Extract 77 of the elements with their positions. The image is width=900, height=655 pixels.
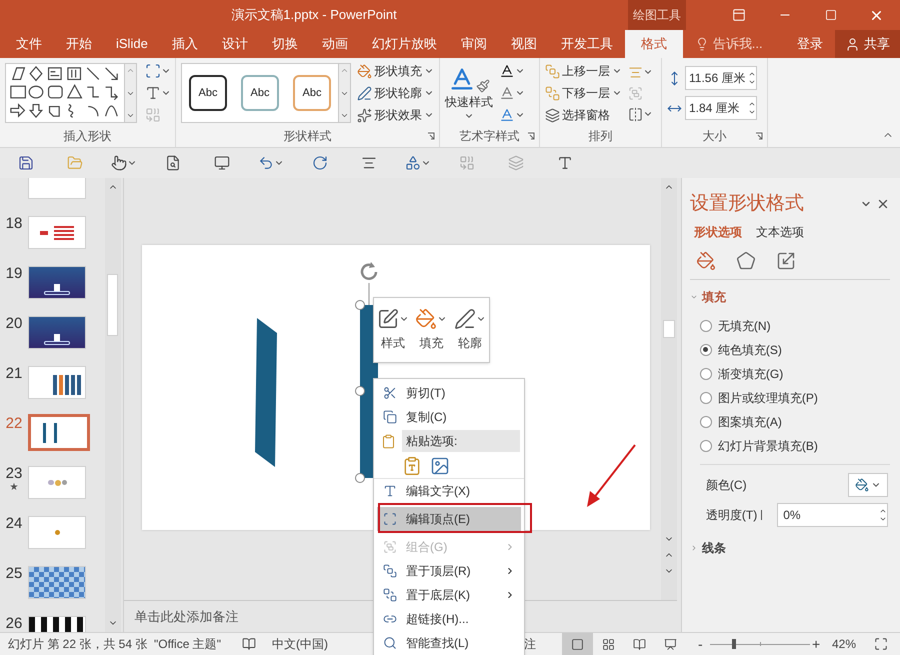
arrange-command-button[interactable]: 选择窗格 — [545, 106, 622, 124]
context-menu-item[interactable]: 编辑文字(X) — [377, 479, 521, 503]
arrange-command-button[interactable]: 上移一层 — [545, 62, 622, 80]
slide-number: 25 — [6, 566, 22, 581]
slide-number: 24 — [6, 516, 22, 531]
style-preset[interactable]: Abc — [189, 75, 227, 111]
transparency-input[interactable]: 0% — [777, 502, 888, 526]
field-label: 颜色(C) — [706, 476, 747, 494]
zoom-out-button[interactable]: - — [698, 634, 708, 654]
group-label: 排列 — [588, 128, 612, 145]
size-input[interactable]: 11.56 厘米 — [685, 66, 757, 90]
ribbon-tab[interactable]: 幻灯片放映 — [360, 30, 449, 58]
field-label: 透明度(T) — [706, 506, 758, 524]
ribbon-tab[interactable]: 视图 — [498, 30, 549, 58]
paste-options-header: 粘贴选项: — [402, 430, 520, 452]
slide-number: 20 — [6, 316, 22, 331]
radio-label: 无填充(N) — [718, 318, 771, 334]
slide-count: 幻灯片 第 22 张，共 54 张 — [7, 636, 148, 653]
context-menu-item[interactable]: 置于顶层(R) — [377, 559, 521, 583]
context-menu-item[interactable]: 编辑顶点(E) — [377, 507, 521, 531]
pane-title: 设置形状格式 — [690, 192, 804, 216]
ribbon-tab[interactable]: 开发工具 — [548, 30, 625, 58]
context-menu-item[interactable]: 超链接(H)... — [377, 607, 521, 631]
zoom-level[interactable]: 42% — [832, 635, 864, 653]
arrange-command-button[interactable]: 下移一层 — [545, 84, 622, 102]
context-tab-header: 绘图工具 — [628, 0, 686, 30]
section-header[interactable]: 填充 — [702, 288, 726, 306]
share-button[interactable]: 共享 — [835, 30, 900, 58]
group-label: 艺术字样式 — [460, 128, 520, 145]
style-preset[interactable]: Abc — [293, 75, 331, 111]
pane-tab[interactable]: 形状选项 — [694, 222, 742, 240]
mini-toolbar-button[interactable]: 轮廓 — [454, 308, 486, 352]
ribbon-tab[interactable]: 设计 — [210, 30, 260, 58]
context-menu-item[interactable]: 置于底层(K) — [377, 583, 521, 607]
radio-label: 图片或纹理填充(P) — [718, 390, 818, 406]
radio-label: 渐变填充(G) — [718, 366, 784, 382]
pane-tab[interactable]: 文本选项 — [756, 222, 804, 240]
ribbon-tab[interactable]: 开始 — [54, 30, 104, 58]
shape-command-button[interactable]: 形状效果 — [357, 106, 434, 124]
ribbon-tab[interactable]: 审阅 — [448, 30, 499, 58]
window-title: 演示文稿1.pptx - PowerPoint — [231, 6, 397, 24]
slide-number: 21 — [6, 366, 22, 381]
notes-placeholder[interactable]: 单击此处添加备注 — [134, 606, 238, 626]
radio-label: 幻灯片背景填充(B) — [718, 438, 818, 454]
slide-number: 22 — [6, 416, 22, 431]
radio-label: 图案填充(A) — [718, 414, 782, 430]
slide-number: 19 — [6, 266, 22, 281]
ribbon-tab[interactable]: 文件 — [4, 30, 54, 58]
shape-command-button[interactable]: 形状填充 — [357, 62, 434, 80]
section-header[interactable]: 线条 — [702, 538, 726, 556]
context-menu-item[interactable]: 智能查找(L) — [377, 631, 521, 655]
theme-name: "Office 主题" — [154, 636, 222, 653]
ribbon-tab[interactable]: 插入 — [160, 30, 210, 58]
ribbon-tab[interactable]: 切换 — [260, 30, 310, 58]
notes-toggle[interactable]: 注 — [524, 635, 562, 653]
style-preset[interactable]: Abc — [241, 75, 279, 111]
slide-number: 26 — [6, 616, 22, 631]
quick-styles-button[interactable]: 快速样式 — [445, 65, 493, 121]
slide-number: 18 — [6, 216, 22, 231]
context-menu-item[interactable]: 剪切(T) — [377, 381, 521, 405]
group-label: 大小 — [702, 128, 726, 145]
sign-in-link[interactable]: 登录 — [785, 30, 835, 58]
mini-toolbar-button[interactable]: 样式 — [377, 308, 410, 352]
radio-label: 纯色填充(S) — [718, 342, 782, 358]
shape-command-button[interactable]: 形状轮廓 — [357, 84, 434, 102]
group-label: 形状样式 — [284, 128, 332, 145]
ribbon-tab[interactable]: iSlide — [104, 30, 160, 58]
group-label: 插入形状 — [64, 128, 112, 145]
ribbon-tab[interactable]: 动画 — [310, 30, 360, 58]
ribbon-tab[interactable]: 格式 — [624, 30, 683, 58]
language[interactable]: 中文(中国) — [272, 635, 362, 653]
size-input[interactable]: 1.84 厘米 — [685, 96, 757, 120]
animation-label: ★ — [10, 483, 18, 493]
mini-toolbar-button[interactable]: 填充 — [415, 308, 448, 352]
context-menu-item[interactable]: 复制(C) — [377, 405, 521, 429]
slide-number: 23 — [6, 466, 22, 481]
zoom-in-button[interactable]: + — [812, 634, 826, 654]
